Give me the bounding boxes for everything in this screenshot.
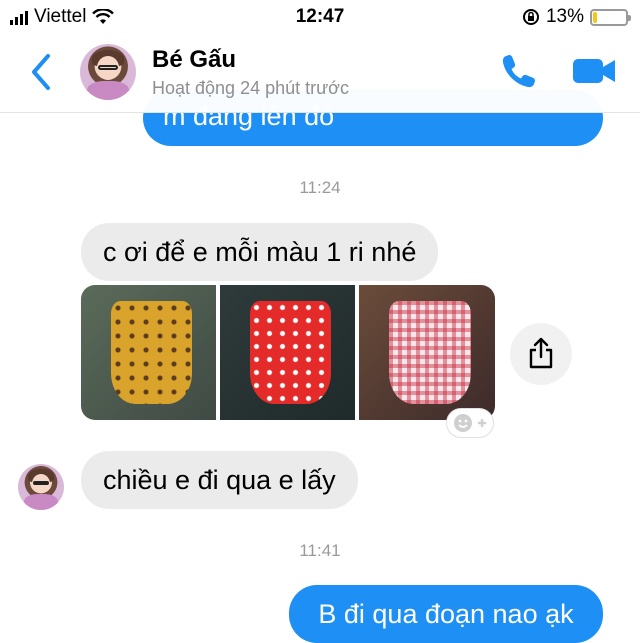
battery-percent: 13%	[545, 6, 584, 27]
timestamp: 11:24	[299, 178, 341, 197]
rotation-lock-icon	[522, 9, 539, 25]
timestamp: 11:41	[299, 541, 341, 560]
message-outgoing[interactable]: B đi qua đoạn nao ạk	[289, 585, 603, 643]
share-icon	[529, 337, 553, 369]
message-text: chiều e đi qua e lấy	[103, 464, 336, 495]
smiley-plus-icon	[454, 414, 486, 432]
pink-gingham-dress-photo[interactable]	[359, 285, 495, 420]
yellow-dress-photo[interactable]	[81, 285, 216, 420]
status-right: 13%	[522, 6, 631, 28]
message-text: c ơi để e mỗi màu 1 ri nhé	[103, 236, 417, 267]
battery-icon	[590, 8, 631, 26]
video-camera-icon[interactable]	[572, 56, 616, 86]
presence-status: Hoạt động 24 phút trước	[152, 78, 349, 98]
sender-avatar[interactable]	[18, 464, 64, 510]
battery-fill	[593, 11, 598, 23]
message-incoming[interactable]: c ơi để e mỗi màu 1 ri nhé	[81, 223, 439, 281]
message-text: B đi qua đoạn nao ạk	[318, 598, 574, 629]
back-chevron-icon[interactable]	[26, 52, 56, 92]
contact-avatar[interactable]	[80, 44, 136, 100]
conversation-header: Bé Gấu Hoạt động 24 phút trước	[0, 34, 640, 113]
message-incoming[interactable]: chiều e đi qua e lấy	[81, 451, 358, 509]
red-dress-photo[interactable]	[220, 285, 355, 420]
contact-name[interactable]: Bé Gấu	[152, 46, 236, 74]
phone-icon[interactable]	[500, 52, 538, 90]
add-reaction-button[interactable]	[446, 408, 494, 438]
status-bar: Viettel 12:47 13%	[0, 0, 640, 34]
share-button[interactable]	[510, 323, 572, 385]
